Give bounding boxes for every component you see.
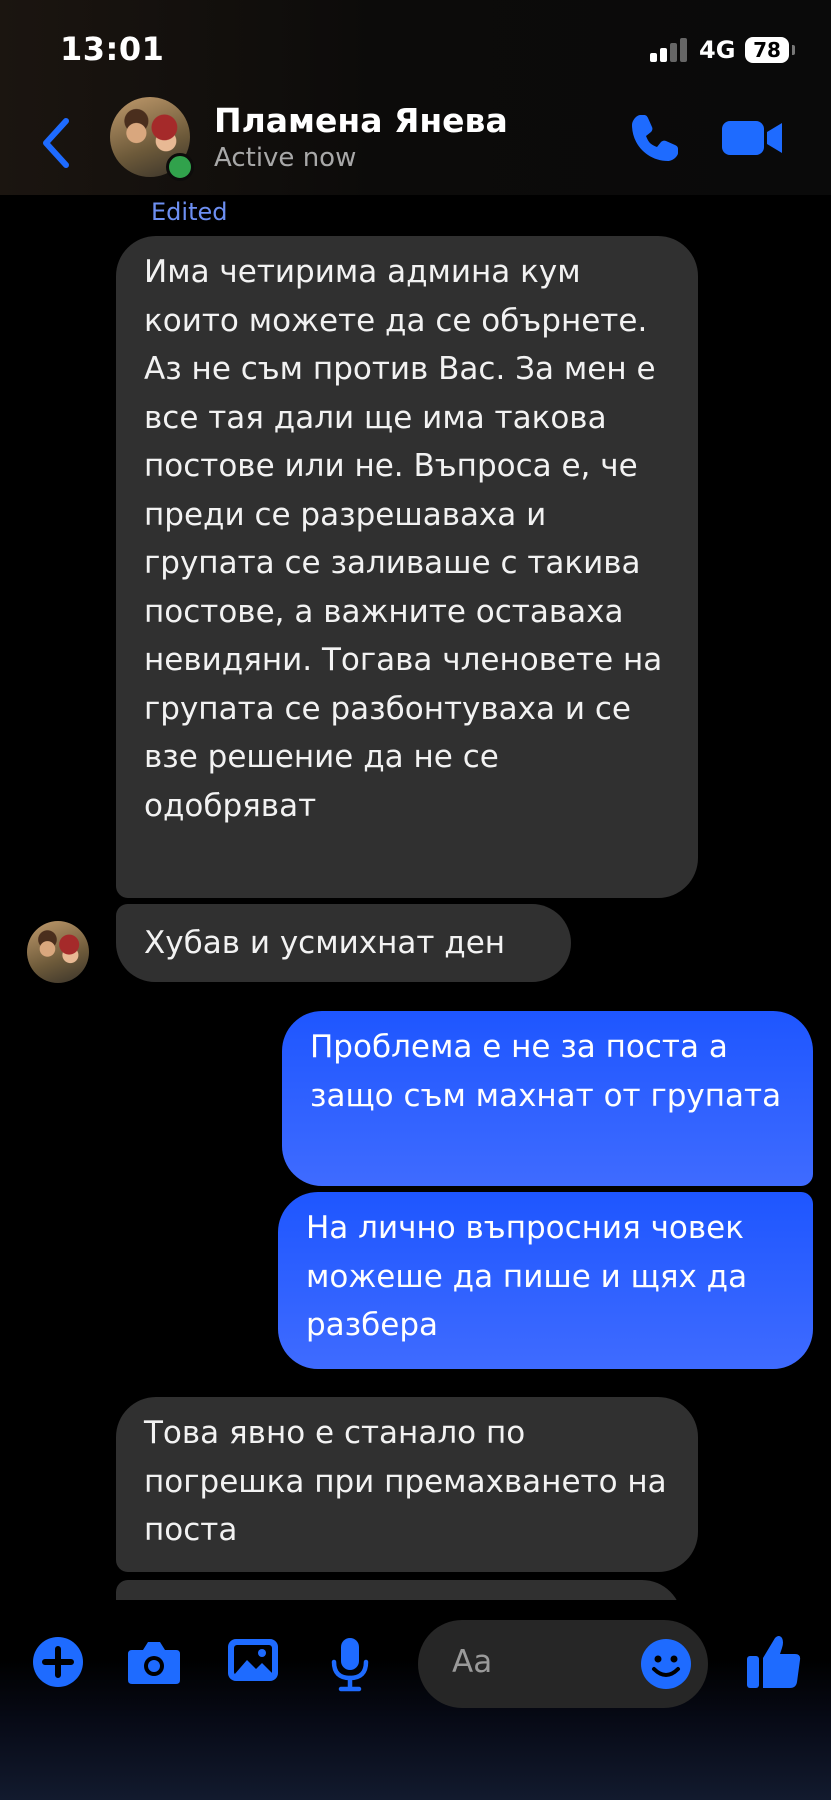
chat-header: Пламена Янева Active now bbox=[0, 95, 831, 195]
message-input-placeholder: Aa bbox=[452, 1644, 493, 1680]
active-status-dot bbox=[166, 153, 194, 181]
message-input[interactable]: Aa bbox=[418, 1620, 708, 1708]
message-bubble-outgoing[interactable]: Проблема е не за поста а защо съм махнат… bbox=[282, 1011, 813, 1186]
message-bubble-incoming[interactable]: Това явно е станало по погрешка при прем… bbox=[116, 1397, 698, 1572]
message-bubble-incoming[interactable]: Има четирима админа кум които можете да … bbox=[116, 236, 698, 898]
back-chevron-icon[interactable] bbox=[38, 113, 74, 173]
microphone-icon[interactable] bbox=[330, 1636, 370, 1692]
plus-icon[interactable] bbox=[32, 1636, 84, 1688]
status-bar: 13:01 4G 78 bbox=[0, 0, 831, 95]
contact-name[interactable]: Пламена Янева bbox=[214, 101, 508, 140]
phone-call-icon[interactable] bbox=[628, 111, 682, 165]
image-gallery-icon[interactable] bbox=[227, 1636, 279, 1684]
battery-icon: 78 bbox=[745, 37, 795, 63]
message-bubble-incoming[interactable]: Хубав и усмихнат ден bbox=[116, 904, 571, 982]
camera-icon[interactable] bbox=[126, 1636, 182, 1688]
signal-icon bbox=[650, 38, 690, 62]
message-bubble-outgoing[interactable]: На лично въпросния човек можеше да пише … bbox=[278, 1192, 813, 1369]
thumbs-up-icon[interactable] bbox=[745, 1632, 803, 1690]
message-composer: Aa bbox=[0, 1600, 831, 1800]
sender-avatar[interactable] bbox=[27, 921, 89, 983]
emoji-icon[interactable] bbox=[640, 1638, 692, 1690]
network-type: 4G bbox=[699, 36, 736, 64]
edited-label: Edited bbox=[151, 198, 228, 226]
status-time: 13:01 bbox=[60, 30, 165, 68]
contact-status: Active now bbox=[214, 143, 357, 173]
video-call-icon[interactable] bbox=[722, 117, 784, 159]
